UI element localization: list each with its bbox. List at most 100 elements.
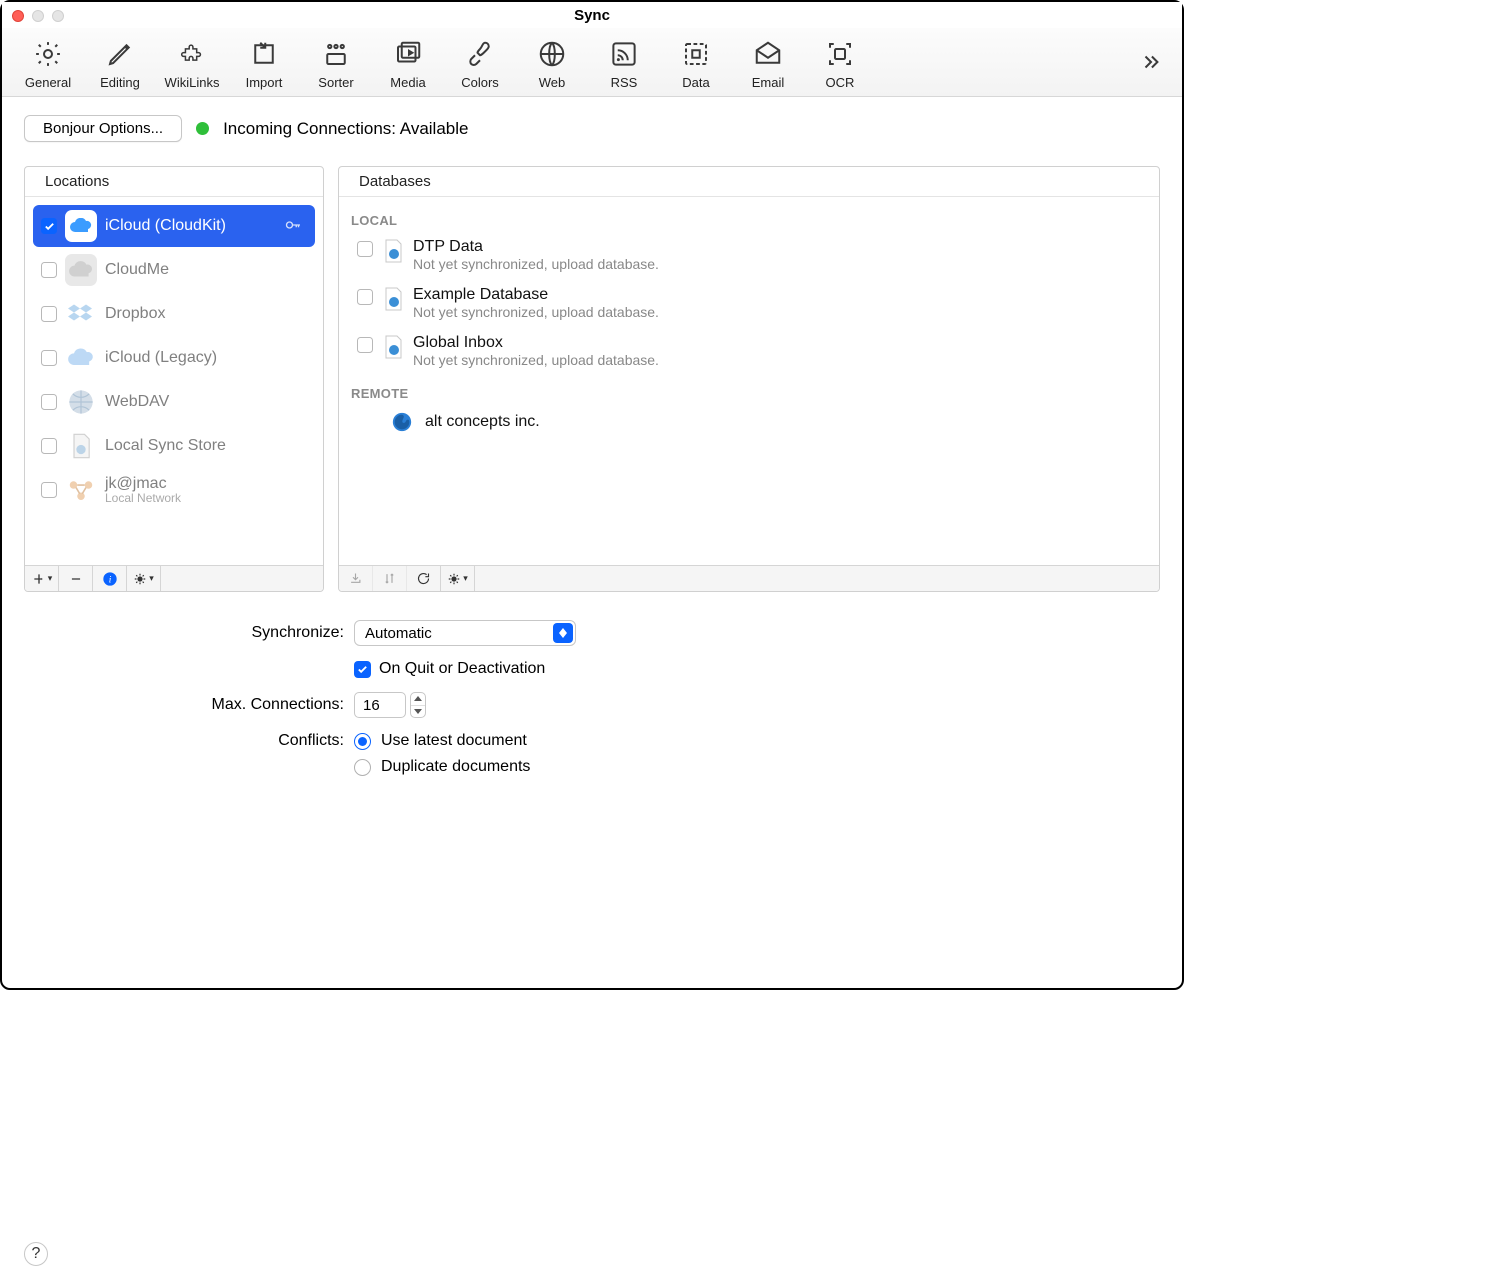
pencil-icon — [102, 36, 138, 72]
toolbar-general[interactable]: General — [12, 36, 84, 90]
download-button[interactable] — [339, 566, 373, 591]
remote-section-label: REMOTE — [351, 386, 1147, 401]
database-action-menu-button[interactable]: ▾ — [441, 566, 475, 591]
location-local-network[interactable]: jk@jmac Local Network — [33, 469, 315, 511]
location-checkbox[interactable] — [41, 438, 57, 454]
database-item[interactable]: Global Inbox Not yet synchronized, uploa… — [347, 330, 1151, 378]
toolbar-label: Media — [390, 75, 425, 90]
toolbar-data[interactable]: Data — [660, 36, 732, 90]
toolbar-sorter[interactable]: Sorter — [300, 36, 372, 90]
max-connections-stepper[interactable] — [410, 692, 426, 718]
action-menu-button[interactable]: ▾ — [127, 566, 161, 591]
database-status: Not yet synchronized, upload database. — [413, 304, 659, 320]
toolbar-colors[interactable]: Colors — [444, 36, 516, 90]
brush-icon — [462, 36, 498, 72]
sync-settings: Synchronize: Automatic On Quit or Deacti… — [24, 620, 1160, 784]
database-item[interactable]: DTP Data Not yet synchronized, upload da… — [347, 234, 1151, 282]
toolbar-label: WikiLinks — [165, 75, 220, 90]
stepper-down-icon[interactable] — [411, 706, 425, 718]
icloud-icon — [65, 210, 97, 242]
toolbar-label: General — [25, 75, 71, 90]
toolbar-label: Colors — [461, 75, 499, 90]
ocr-icon — [822, 36, 858, 72]
location-dropbox[interactable]: Dropbox — [33, 293, 315, 335]
on-quit-checkbox[interactable] — [354, 661, 371, 678]
database-icon — [383, 335, 403, 357]
sync-arrows-button[interactable] — [373, 566, 407, 591]
sync-content: Bonjour Options... Incoming Connections:… — [2, 97, 1182, 808]
database-icon — [383, 239, 403, 261]
location-icloud-cloudkit[interactable]: iCloud (CloudKit) — [33, 205, 315, 247]
conflicts-option-duplicate: Duplicate documents — [381, 758, 530, 776]
databases-panel: Databases LOCAL DTP Data Not yet synchro… — [338, 166, 1160, 592]
add-location-button[interactable]: ▾ — [25, 566, 59, 591]
databases-header: Databases — [339, 167, 1159, 197]
synchronize-select[interactable]: Automatic — [354, 620, 576, 646]
toolbar-label: Editing — [100, 75, 140, 90]
remote-database-item[interactable]: alt concepts inc. — [347, 407, 1151, 437]
database-name: Global Inbox — [413, 334, 659, 352]
database-item[interactable]: Example Database Not yet synchronized, u… — [347, 282, 1151, 330]
database-name: Example Database — [413, 286, 659, 304]
location-cloudme[interactable]: CloudMe — [33, 249, 315, 291]
database-checkbox[interactable] — [357, 337, 373, 353]
help-button[interactable]: ? — [24, 1242, 48, 1266]
location-checkbox[interactable] — [41, 262, 57, 278]
conflicts-label: Conflicts: — [24, 732, 354, 750]
location-checkbox[interactable] — [41, 350, 57, 366]
toolbar-rss[interactable]: RSS — [588, 36, 660, 90]
toolbar-media[interactable]: Media — [372, 36, 444, 90]
info-button[interactable]: i — [93, 566, 127, 591]
max-connections-label: Max. Connections: — [24, 696, 354, 714]
title-bar: Sync — [2, 2, 1182, 28]
conflicts-option-latest: Use latest document — [381, 732, 527, 750]
synchronize-label: Synchronize: — [24, 624, 354, 642]
stepper-up-icon[interactable] — [411, 693, 425, 706]
local-section-label: LOCAL — [351, 213, 1147, 228]
location-checkbox[interactable] — [41, 482, 57, 498]
toolbar-web[interactable]: Web — [516, 36, 588, 90]
locations-header: Locations — [25, 167, 323, 197]
location-checkbox[interactable] — [41, 306, 57, 322]
rss-icon — [606, 36, 642, 72]
locations-list: iCloud (CloudKit) CloudMe — [25, 197, 323, 565]
webdav-icon — [65, 386, 97, 418]
document-icon — [65, 430, 97, 462]
toolbar-label: OCR — [826, 75, 855, 90]
icloud-legacy-icon — [65, 342, 97, 374]
location-sublabel: Local Network — [105, 491, 181, 505]
location-label: Local Sync Store — [105, 437, 307, 455]
remove-location-button[interactable] — [59, 566, 93, 591]
location-checkbox[interactable] — [41, 218, 57, 234]
globe-icon — [534, 36, 570, 72]
refresh-button[interactable] — [407, 566, 441, 591]
database-status: Not yet synchronized, upload database. — [413, 352, 659, 368]
on-quit-label: On Quit or Deactivation — [379, 660, 545, 678]
toolbar-email[interactable]: Email — [732, 36, 804, 90]
network-icon — [65, 474, 97, 506]
toolbar-import[interactable]: Import — [228, 36, 300, 90]
toolbar-wikilinks[interactable]: WikiLinks — [156, 36, 228, 90]
window-title: Sync — [2, 7, 1182, 24]
sorter-icon — [318, 36, 354, 72]
location-local-sync-store[interactable]: Local Sync Store — [33, 425, 315, 467]
status-indicator-icon — [196, 122, 209, 135]
max-connections-input[interactable]: 16 — [354, 692, 406, 718]
location-icloud-legacy[interactable]: iCloud (Legacy) — [33, 337, 315, 379]
bonjour-options-button[interactable]: Bonjour Options... — [24, 115, 182, 142]
database-checkbox[interactable] — [357, 289, 373, 305]
toolbar-editing[interactable]: Editing — [84, 36, 156, 90]
locations-footer: ▾ i ▾ — [25, 565, 323, 591]
select-caret-icon — [553, 623, 573, 643]
toolbar-overflow-button[interactable] — [1140, 51, 1162, 76]
conflicts-radio-duplicate[interactable] — [354, 759, 371, 776]
database-checkbox[interactable] — [357, 241, 373, 257]
toolbar-ocr[interactable]: OCR — [804, 36, 876, 90]
key-icon — [285, 218, 303, 234]
databases-footer: ▾ — [339, 565, 1159, 591]
toolbar-label: Import — [246, 75, 283, 90]
location-webdav[interactable]: WebDAV — [33, 381, 315, 423]
conflicts-radio-latest[interactable] — [354, 733, 371, 750]
connection-status: Incoming Connections: Available — [223, 119, 468, 139]
location-checkbox[interactable] — [41, 394, 57, 410]
